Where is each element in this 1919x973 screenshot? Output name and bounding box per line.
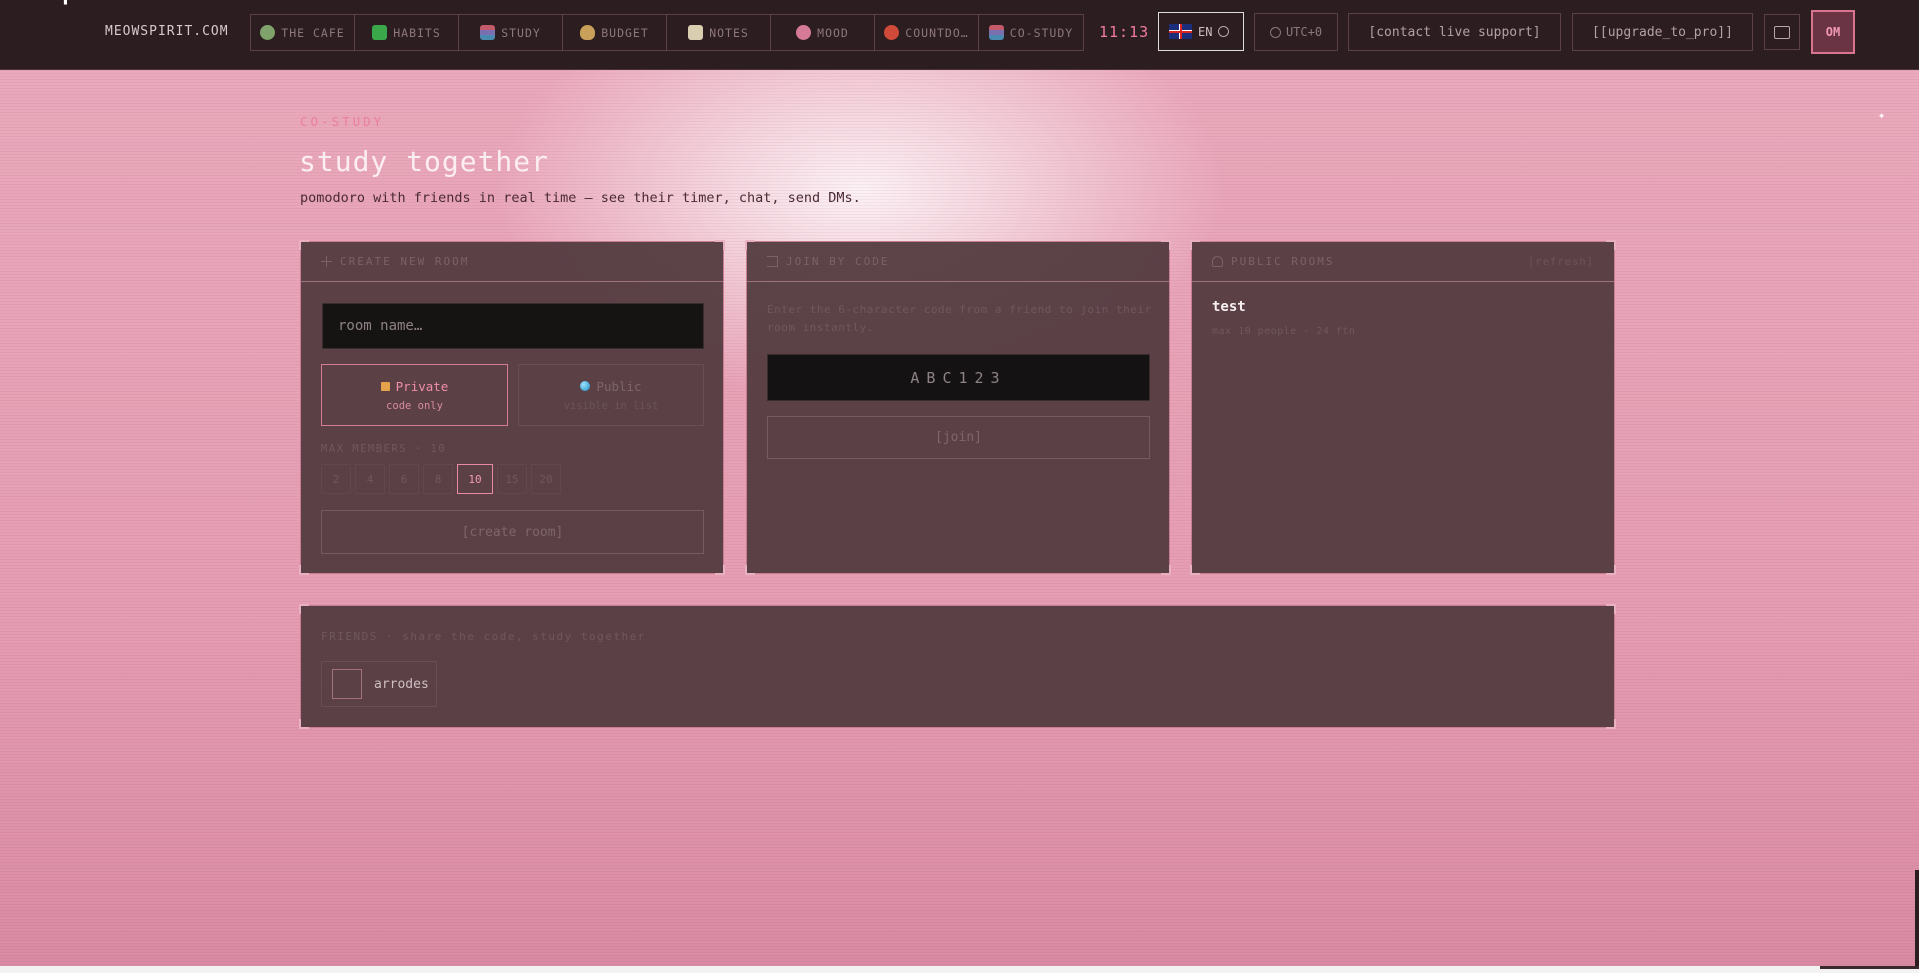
nav-label: NOTES bbox=[709, 25, 749, 40]
chat-bubble-icon bbox=[1774, 25, 1790, 39]
max-members-options: 2 4 6 8 10 15 20 bbox=[321, 464, 561, 494]
upgrade-pro-button[interactable]: [[upgrade_to_pro]] bbox=[1572, 13, 1753, 51]
window-edge bbox=[1915, 870, 1919, 970]
main-nav: THE CAFE HABITS STUDY BUDGET NOTES MOOD … bbox=[250, 14, 1084, 51]
brand-logo-text[interactable]: MEOWSPIRIT.COM bbox=[105, 24, 229, 39]
nav-label: HABITS bbox=[393, 25, 441, 40]
size-option-10[interactable]: 10 bbox=[457, 464, 493, 494]
friend-item[interactable]: arrodes bbox=[321, 661, 437, 707]
create-room-button[interactable]: [create room] bbox=[321, 510, 704, 554]
alarm-clock-icon bbox=[884, 25, 900, 40]
section-kicker: CO-STUDY bbox=[300, 114, 385, 129]
size-option-4[interactable]: 4 bbox=[355, 464, 385, 494]
bottom-band bbox=[0, 966, 1919, 973]
nav-label: COUNTDO… bbox=[905, 25, 969, 40]
room-meta: max 10 people · 24 ftn bbox=[1212, 326, 1356, 337]
public-option[interactable]: Public visible in list bbox=[518, 364, 704, 426]
private-sublabel: code only bbox=[386, 399, 443, 412]
room-title: test bbox=[1212, 299, 1246, 315]
public-sublabel: visible in list bbox=[563, 399, 659, 412]
join-button[interactable]: [join] bbox=[767, 416, 1150, 459]
clock-icon bbox=[1269, 26, 1281, 38]
room-code-input[interactable]: ABC123 bbox=[767, 354, 1150, 401]
page-title: study together bbox=[299, 145, 550, 178]
friends-heading: FRIENDS · share the code, study together bbox=[321, 630, 646, 643]
uk-flag-icon bbox=[1169, 24, 1192, 39]
size-option-2[interactable]: 2 bbox=[321, 464, 351, 494]
max-members-label: MAX MEMBERS · 10 bbox=[321, 443, 447, 455]
nav-label: THE CAFE bbox=[281, 25, 345, 40]
nav-label: MOOD bbox=[817, 25, 849, 40]
nav-item-the-cafe[interactable]: THE CAFE bbox=[251, 15, 355, 50]
timezone-label: UTC+0 bbox=[1285, 25, 1323, 39]
friend-name: arrodes bbox=[374, 676, 429, 692]
cursor-icon: ▘ bbox=[64, 0, 71, 11]
size-option-15[interactable]: 15 bbox=[497, 464, 527, 494]
nav-item-countdown[interactable]: COUNTDO… bbox=[875, 15, 979, 50]
nav-item-habits[interactable]: HABITS bbox=[355, 15, 459, 50]
public-rooms-panel: PUBLIC ROOMS [refresh] test max 10 peopl… bbox=[1190, 240, 1616, 575]
create-room-header: CREATE NEW ROOM bbox=[301, 242, 723, 282]
private-option[interactable]: Private code only bbox=[321, 364, 508, 426]
join-header: JOIN BY CODE bbox=[747, 242, 1169, 282]
timezone-button[interactable]: UTC+0 bbox=[1254, 13, 1338, 51]
join-heading: JOIN BY CODE bbox=[786, 255, 890, 268]
nav-label: STUDY bbox=[501, 25, 541, 40]
nav-label: CO-STUDY bbox=[1009, 25, 1074, 40]
lock-icon bbox=[380, 381, 390, 391]
size-option-6[interactable]: 6 bbox=[389, 464, 419, 494]
nav-item-budget[interactable]: BUDGET bbox=[563, 15, 667, 50]
books-icon bbox=[988, 25, 1004, 40]
flower-icon bbox=[796, 25, 812, 40]
create-room-heading: CREATE NEW ROOM bbox=[340, 255, 470, 268]
contact-support-button[interactable]: [contact live support] bbox=[1348, 13, 1561, 51]
language-selector[interactable]: EN bbox=[1158, 12, 1244, 51]
chat-button[interactable] bbox=[1764, 14, 1800, 50]
top-bar: ▘ MEOWSPIRIT.COM THE CAFE HABITS STUDY B… bbox=[0, 0, 1919, 70]
nav-item-study[interactable]: STUDY bbox=[459, 15, 563, 50]
private-label: Private bbox=[395, 378, 449, 394]
globe-icon bbox=[1218, 26, 1230, 37]
user-avatar-button[interactable]: OM bbox=[1811, 10, 1855, 54]
friends-panel: FRIENDS · share the code, study together… bbox=[299, 604, 1616, 729]
books-icon bbox=[480, 25, 496, 40]
friend-avatar bbox=[332, 669, 362, 699]
public-rooms-header: PUBLIC ROOMS [refresh] bbox=[1192, 242, 1614, 282]
page-subtitle: pomodoro with friends in real time — see… bbox=[300, 190, 861, 206]
nav-item-notes[interactable]: NOTES bbox=[667, 15, 771, 50]
login-icon bbox=[767, 256, 778, 267]
create-room-panel: CREATE NEW ROOM room name… Private code … bbox=[299, 240, 725, 575]
join-by-code-panel: JOIN BY CODE Enter the 6-character code … bbox=[745, 240, 1171, 575]
size-option-8[interactable]: 8 bbox=[423, 464, 453, 494]
room-name-input[interactable]: room name… bbox=[322, 303, 704, 349]
nav-item-co-study[interactable]: CO-STUDY bbox=[979, 15, 1083, 50]
join-description: Enter the 6-character code from a friend… bbox=[767, 303, 1152, 334]
users-icon bbox=[1212, 256, 1223, 267]
clock-display: 11:13 bbox=[1099, 23, 1150, 41]
memo-icon bbox=[688, 25, 704, 40]
plus-icon bbox=[321, 256, 332, 267]
public-label: Public bbox=[596, 378, 642, 394]
nav-item-mood[interactable]: MOOD bbox=[771, 15, 875, 50]
language-code: EN bbox=[1198, 24, 1213, 39]
public-rooms-heading: PUBLIC ROOMS bbox=[1231, 255, 1335, 268]
checkmark-icon bbox=[372, 25, 388, 40]
refresh-button[interactable]: [refresh] bbox=[1528, 256, 1594, 268]
cafe-bowl-icon bbox=[260, 25, 276, 40]
globe-icon bbox=[580, 381, 591, 391]
nav-label: BUDGET bbox=[601, 25, 649, 40]
money-bag-icon bbox=[580, 25, 596, 40]
sparkle-icon: ✦ bbox=[1878, 108, 1886, 122]
size-option-20[interactable]: 20 bbox=[531, 464, 561, 494]
